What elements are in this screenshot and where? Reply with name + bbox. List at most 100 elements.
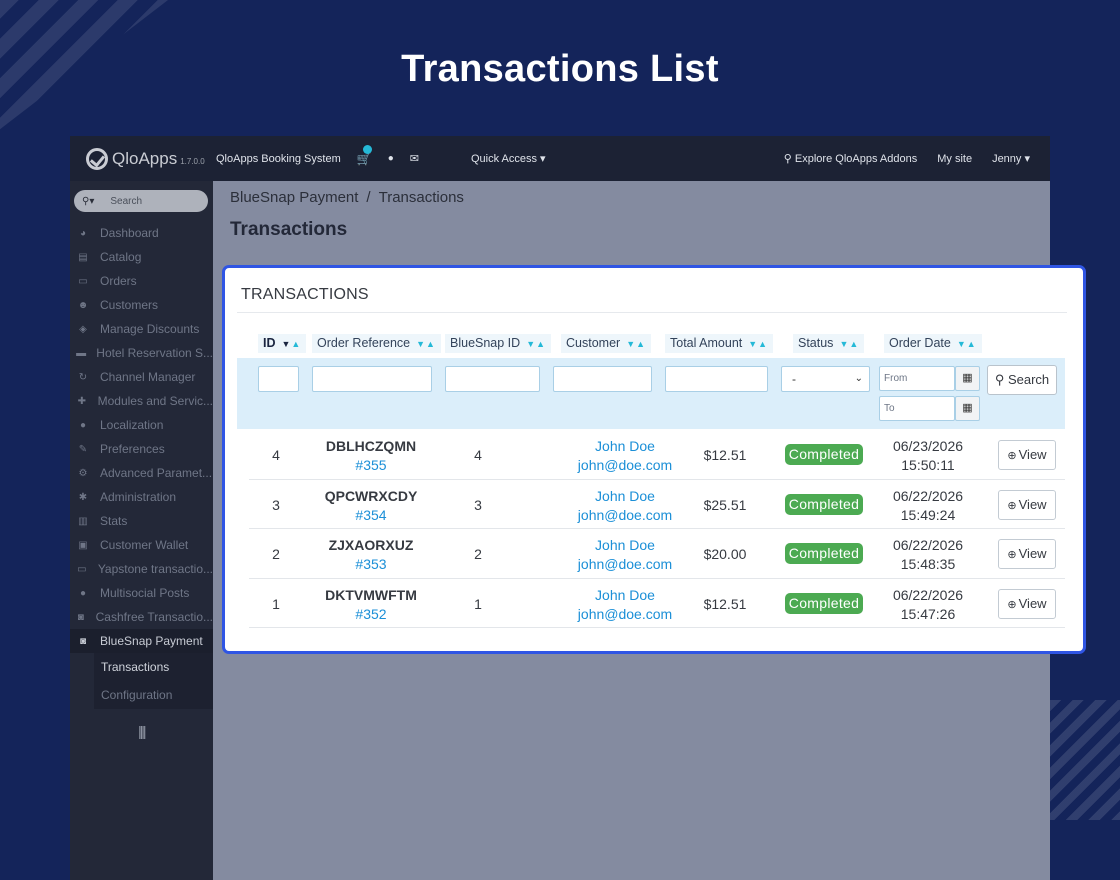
sidebar-item[interactable]: ▥ Stats <box>70 509 213 533</box>
sidebar-item[interactable]: ▣ Customer Wallet <box>70 533 213 557</box>
explore-addons-link[interactable]: ⚲ Explore QloApps Addons <box>784 152 917 165</box>
credit-card-icon: ▭ <box>77 563 87 575</box>
view-button-label: View <box>1018 447 1047 462</box>
column-header-status[interactable]: Status ▼▲ <box>793 334 865 353</box>
search-icon: ⚲▾ <box>82 195 95 207</box>
sort-icon[interactable]: ▼▲ <box>839 339 859 349</box>
sidebar-item[interactable]: ◈ Manage Discounts <box>70 317 213 341</box>
user-icon[interactable]: ● <box>388 153 394 164</box>
sidebar-item[interactable]: ▬ Hotel Reservation S... <box>70 341 213 365</box>
sidebar-item[interactable]: ↻ Channel Manager <box>70 365 213 389</box>
order-link[interactable]: #352 <box>311 605 431 624</box>
collapse-sidebar-icon[interactable]: |||| <box>138 723 146 739</box>
column-label: ID <box>263 336 276 350</box>
sidebar-search-placeholder: Search <box>110 195 143 207</box>
customer-name-link[interactable]: John Doe <box>549 487 701 506</box>
sidebar-subitem[interactable]: Configuration <box>94 681 213 709</box>
user-menu[interactable]: Jenny ▾ <box>992 152 1030 165</box>
cell-id: 4 <box>272 447 280 463</box>
breadcrumb: BlueSnap Payment / Transactions <box>230 189 464 206</box>
filter-order-reference-input[interactable] <box>312 366 432 392</box>
order-date: 06/22/2026 <box>892 586 964 603</box>
customer-name-link[interactable]: John Doe <box>549 437 701 456</box>
cell-order-date: 06/22/2026 15:48:35 <box>883 536 973 574</box>
logo[interactable]: QloApps 1.7.0.0 <box>86 147 216 170</box>
column-header-id[interactable]: ID ▼▲ <box>258 334 307 353</box>
cart-icon[interactable]: 🛒 <box>357 144 372 166</box>
transactions-panel: TRANSACTIONS ID ▼▲ Order Reference ▼▲ Blue… <box>222 265 1086 654</box>
sidebar-item-label: Cashfree Transactio... <box>95 610 213 624</box>
search-button[interactable]: ⚲ Search <box>987 365 1057 395</box>
sidebar-item[interactable]: ✚ Modules and Servic... <box>70 389 213 413</box>
sidebar-item-label: BlueSnap Payment <box>100 634 203 648</box>
column-header-customer[interactable]: Customer ▼▲ <box>561 334 652 353</box>
filter-status-select[interactable]: - ⌄ <box>781 366 870 392</box>
sort-icon[interactable]: ▼▲ <box>526 339 546 349</box>
sort-icon[interactable]: ▼▲ <box>282 339 302 349</box>
sidebar-item[interactable]: ✱ Administration <box>70 485 213 509</box>
column-header-order-date[interactable]: Order Date ▼▲ <box>884 334 982 353</box>
sort-icon[interactable]: ▼▲ <box>416 339 436 349</box>
order-link[interactable]: #355 <box>311 456 431 475</box>
view-button-label: View <box>1018 546 1047 561</box>
customer-name-link[interactable]: John Doe <box>549 536 701 555</box>
sidebar-item[interactable]: ● Localization <box>70 413 213 437</box>
filter-date-from-input[interactable]: From <box>879 366 955 391</box>
customer-email-link[interactable]: john@doe.com <box>549 506 701 525</box>
sidebar-item[interactable]: ◙ BlueSnap Payment <box>70 629 213 653</box>
sidebar-item[interactable]: ⚙ Advanced Paramet... <box>70 461 213 485</box>
customer-email-link[interactable]: john@doe.com <box>549 555 701 574</box>
sort-icon[interactable]: ▼▲ <box>748 339 768 349</box>
sidebar-item[interactable]: ▭ Orders <box>70 269 213 293</box>
quick-access-dropdown[interactable]: Quick Access ▾ <box>471 152 546 165</box>
search-button-label: Search <box>1007 372 1050 387</box>
sidebar-item-label: Preferences <box>100 442 165 456</box>
cell-bluesnap-id: 3 <box>474 496 482 513</box>
sidebar-subnav: Transactions Configuration <box>94 653 213 709</box>
users-icon: ☻ <box>77 299 89 311</box>
sort-icon[interactable]: ▼▲ <box>957 339 977 349</box>
calendar-icon[interactable]: ▦ <box>955 396 980 421</box>
column-header-bluesnap-id[interactable]: BlueSnap ID ▼▲ <box>445 334 552 353</box>
chevron-down-icon: ⌄ <box>854 373 863 384</box>
sidebar-search[interactable]: ⚲▾ Search <box>74 190 208 212</box>
customer-name-link[interactable]: John Doe <box>549 586 701 605</box>
sidebar-subitem[interactable]: Transactions <box>94 653 213 681</box>
order-link[interactable]: #354 <box>311 506 431 525</box>
view-button[interactable]: ⊕ View <box>998 440 1056 470</box>
calendar-icon[interactable]: ▦ <box>955 366 980 391</box>
sidebar-item[interactable]: ☻ Customers <box>70 293 213 317</box>
view-button[interactable]: ⊕ View <box>998 539 1056 569</box>
filter-customer-input[interactable] <box>553 366 652 392</box>
sidebar-item[interactable]: ▤ Catalog <box>70 245 213 269</box>
filter-total-amount-input[interactable] <box>665 366 768 392</box>
sort-icon[interactable]: ▼▲ <box>626 339 646 349</box>
sidebar-item[interactable]: ● Multisocial Posts <box>70 581 213 605</box>
page-title: Transactions <box>230 219 348 240</box>
envelope-icon[interactable]: ✉ <box>410 152 419 165</box>
my-site-link[interactable]: My site <box>937 153 972 165</box>
sidebar-item[interactable]: ◙ Cashfree Transactio... <box>70 605 213 629</box>
sidebar-item[interactable]: ◕ Dashboard <box>70 221 213 245</box>
status-badge: Completed <box>784 592 864 614</box>
breadcrumb-parent[interactable]: BlueSnap Payment <box>230 189 358 206</box>
zoom-in-icon: ⊕ <box>1007 598 1017 611</box>
customer-email-link[interactable]: john@doe.com <box>549 456 701 475</box>
filter-id-input[interactable] <box>258 366 299 392</box>
sidebar-item-label: Multisocial Posts <box>100 586 190 600</box>
view-button[interactable]: ⊕ View <box>998 489 1056 520</box>
order-link[interactable]: #353 <box>311 555 431 574</box>
filter-date-to-input[interactable]: To <box>879 396 955 421</box>
sidebar: ⚲▾ Search ◕ Dashboard ▤ Catalog ▭ Orders ☻ Cust… <box>70 181 213 880</box>
search-icon: ⚲ <box>994 372 1008 387</box>
column-header-total-amount[interactable]: Total Amount ▼▲ <box>665 334 774 353</box>
filter-bluesnap-id-input[interactable] <box>445 366 540 392</box>
filter-row: - ⌄ From ▦ To ▦ ⚲ Search <box>237 358 1065 429</box>
view-button[interactable]: ⊕ View <box>998 588 1056 619</box>
customer-email-link[interactable]: john@doe.com <box>549 605 701 624</box>
cogs-icon: ⚙ <box>78 467 88 479</box>
sidebar-item[interactable]: ✎ Preferences <box>70 437 213 461</box>
column-header-order-reference[interactable]: Order Reference ▼▲ <box>312 334 441 353</box>
app-name-link[interactable]: QloApps Booking System <box>216 153 341 165</box>
sidebar-item[interactable]: ▭ Yapstone transactio... <box>70 557 213 581</box>
